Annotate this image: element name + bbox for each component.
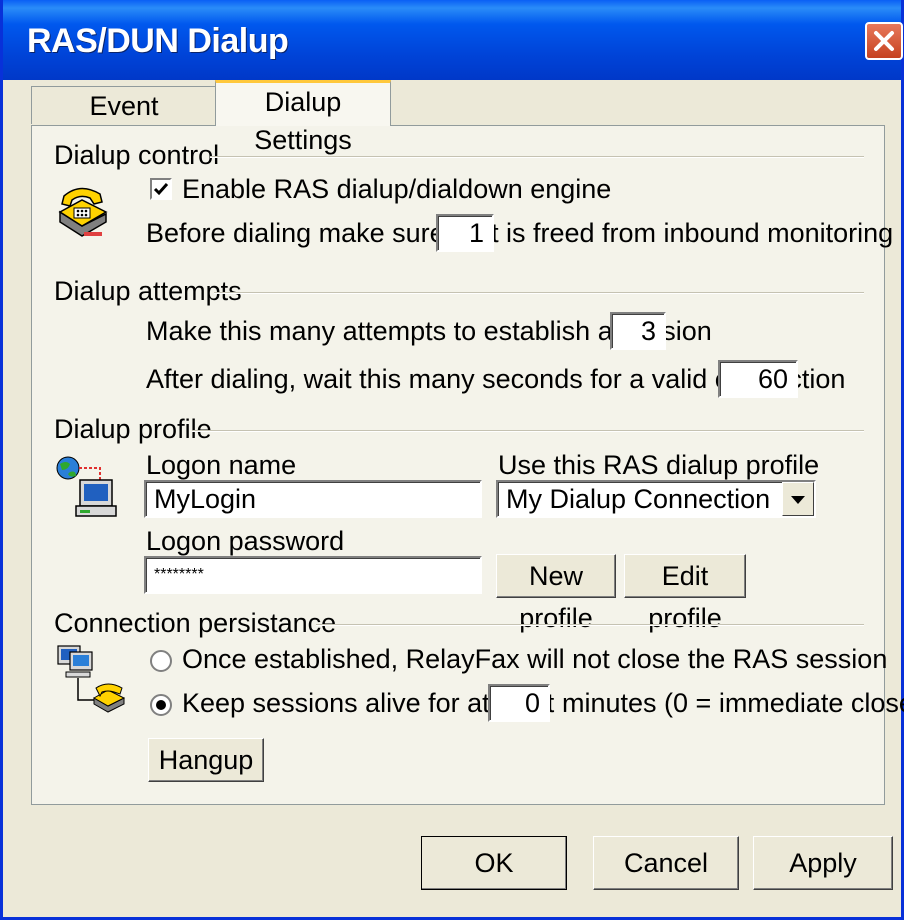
dialog-window: RAS/DUN Dialup Event Scheduler Dialup Se… xyxy=(0,0,904,920)
logon-password-input[interactable]: ******** xyxy=(144,556,482,594)
cancel-button[interactable]: Cancel xyxy=(593,836,739,890)
logon-password-label: Logon password xyxy=(146,526,345,556)
group-heading-connection-persistance: Connection persistance xyxy=(54,608,337,638)
close-button[interactable] xyxy=(865,22,903,60)
attempts-input[interactable]: 3 xyxy=(610,312,666,350)
profile-select-value: My Dialup Connection xyxy=(506,484,771,514)
network-phone-icon xyxy=(57,645,126,713)
profile-dropdown-button[interactable] xyxy=(782,482,814,516)
group-heading-dialup-control: Dialup control xyxy=(54,140,220,170)
profile-label: Use this RAS dialup profile xyxy=(498,450,820,480)
checkmark-icon xyxy=(153,183,169,196)
new-profile-button[interactable]: New profile xyxy=(496,554,616,633)
port-suffix-label: is freed from inbound monitoring xyxy=(506,218,894,248)
edit-profile-button[interactable]: Edit profile xyxy=(624,554,746,633)
keep-minutes-input[interactable]: 0 xyxy=(488,684,550,722)
radio-keep-alive[interactable] xyxy=(150,694,172,716)
group-divider xyxy=(316,624,864,626)
enable-ras-label[interactable]: Enable RAS dialup/dialdown engine xyxy=(182,174,611,205)
chevron-down-icon xyxy=(791,496,805,504)
tab-panel: Dialup control Enable RAS dialup/dialdow… xyxy=(31,125,904,805)
apply-button[interactable]: Apply xyxy=(753,836,893,890)
logon-name-label: Logon name xyxy=(146,450,297,480)
window-title: RAS/DUN Dialup xyxy=(27,22,289,60)
group-divider xyxy=(192,430,864,432)
logon-name-input[interactable]: MyLogin xyxy=(144,480,482,518)
group-divider xyxy=(214,292,864,294)
telephone-icon xyxy=(58,187,108,237)
enable-ras-checkbox[interactable] xyxy=(150,178,172,200)
option-once-established-label[interactable]: Once established, RelayFax will not clos… xyxy=(182,644,887,675)
hangup-button[interactable]: Hangup xyxy=(148,738,264,782)
port-input[interactable]: 1 xyxy=(436,214,494,252)
title-bar[interactable]: RAS/DUN Dialup xyxy=(3,0,903,80)
tab-dialup-settings[interactable]: Dialup Settings xyxy=(215,80,391,155)
close-icon xyxy=(874,31,894,51)
keep-minutes-suffix: minutes (0 = immediate close) xyxy=(562,688,904,718)
profile-select[interactable]: My Dialup Connection xyxy=(496,480,816,518)
tab-event-scheduler[interactable]: Event Scheduler xyxy=(31,86,217,159)
network-computer-icon xyxy=(56,456,117,517)
ok-button[interactable]: OK xyxy=(421,836,567,890)
wait-seconds-input[interactable]: 60 xyxy=(718,360,798,398)
radio-once-established[interactable] xyxy=(150,650,172,672)
group-heading-dialup-profile: Dialup profile xyxy=(54,414,212,444)
